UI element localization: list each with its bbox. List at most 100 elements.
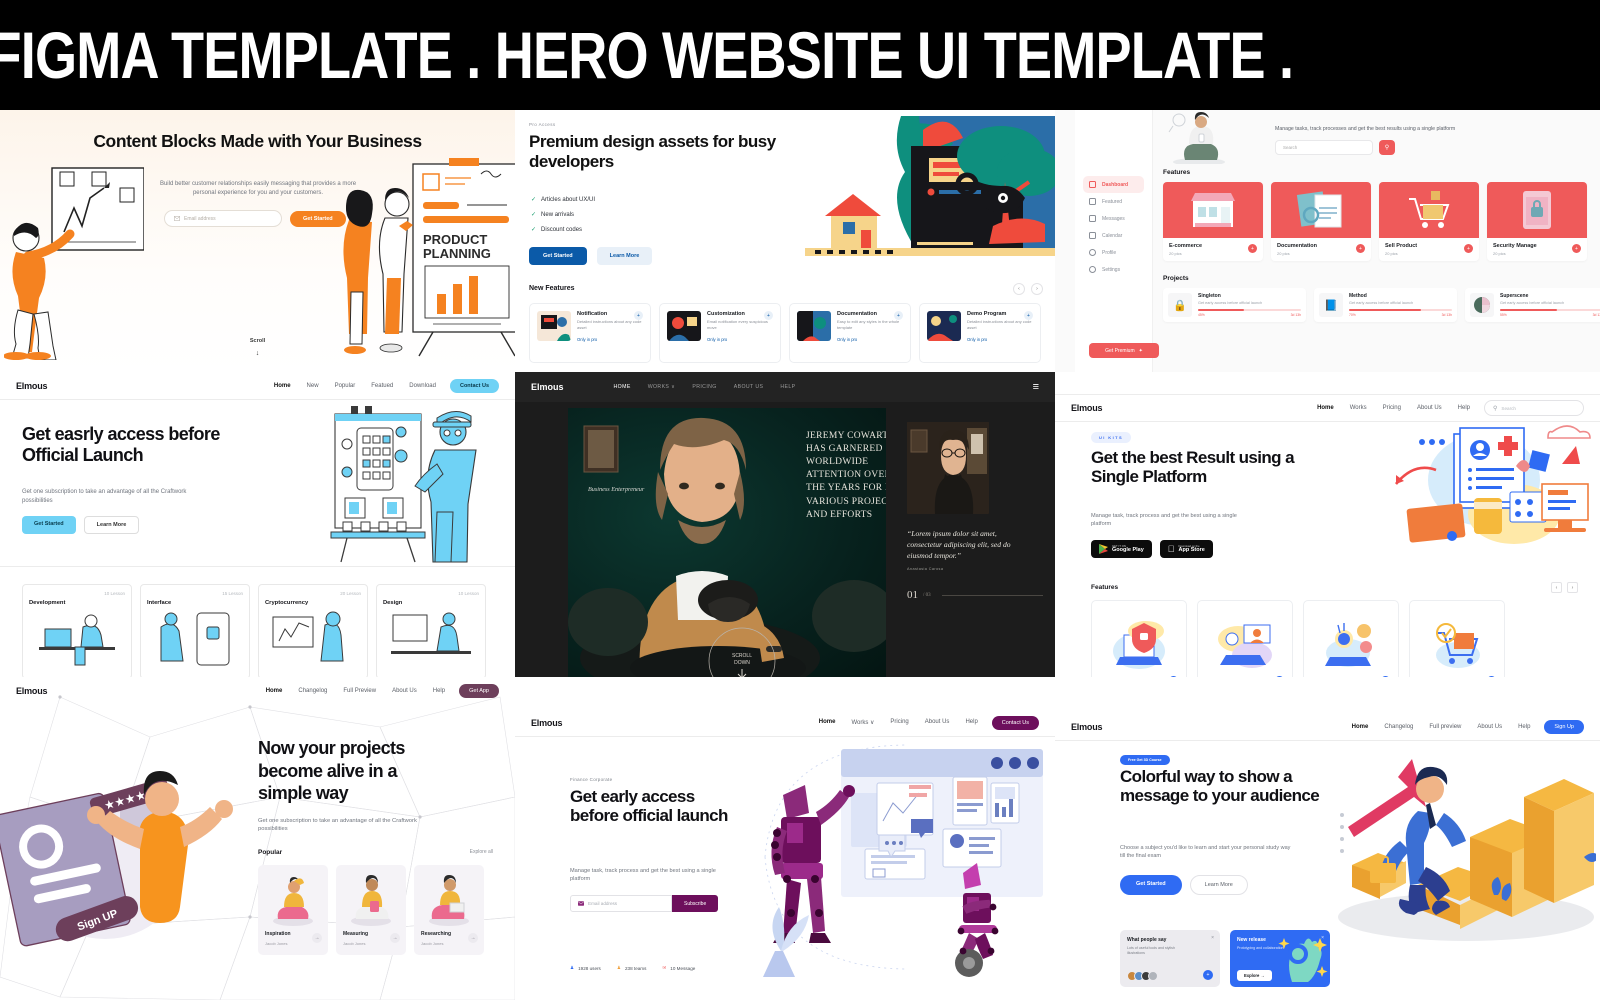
nav-item-help[interactable]: Help: [1458, 405, 1470, 411]
panel-early-access-cyan[interactable]: Elmous Home New Popular Featued Download…: [0, 372, 515, 677]
p3-feature-card[interactable]: Documentation 20 pics +: [1271, 182, 1371, 261]
p4-nav-links[interactable]: Home New Popular Featued Download: [274, 383, 436, 389]
nav-item-home[interactable]: Home: [274, 383, 291, 389]
p8-navbar[interactable]: Elmous Home Works ∨ Pricing About Us Hel…: [515, 709, 1055, 737]
p3-search-row[interactable]: Search ⚲: [1275, 140, 1590, 155]
sidebar-item-featured[interactable]: Featured: [1083, 193, 1144, 210]
p9-cta-group[interactable]: Get Started Learn More: [1120, 875, 1248, 895]
plus-icon[interactable]: +: [1248, 244, 1257, 253]
app-store-button[interactable]:  Download on theApp Store: [1159, 540, 1213, 558]
p8-nav-links[interactable]: Home Works ∨ Pricing About Us Help: [819, 719, 978, 726]
p3-get-premium-button[interactable]: Get Premium ✦: [1089, 343, 1159, 358]
chevron-right-icon[interactable]: ›: [1567, 582, 1578, 593]
p8-contact-button[interactable]: Contact Us: [991, 715, 1039, 730]
nav-item-full-preview[interactable]: Full Preview: [343, 688, 376, 694]
p4-cta-group[interactable]: Get Started Learn More: [22, 516, 140, 534]
scroll-circle-icon[interactable]: SCROLL DOWN: [708, 627, 776, 677]
sidebar-item-settings[interactable]: Settings: [1083, 261, 1144, 278]
arrow-right-icon[interactable]: →: [468, 933, 478, 943]
p7-navbar[interactable]: Elmous Home Changelog Full Preview About…: [0, 677, 515, 705]
p8-subscribe-button[interactable]: Subscribe: [672, 895, 719, 912]
p6-nav-links[interactable]: Home Works Pricing About Us Help: [1317, 405, 1470, 411]
p7-popular-card[interactable]: Inspiration Jacob Jones →: [258, 865, 328, 955]
chevron-left-icon[interactable]: ‹: [1551, 582, 1562, 593]
nav-item-pricing[interactable]: Pricing: [890, 719, 908, 726]
plus-icon[interactable]: +: [1203, 970, 1213, 980]
sidebar-item-profile[interactable]: Profile: [1083, 244, 1144, 261]
p2-cta-group[interactable]: Get Started Learn More: [529, 247, 653, 265]
nav-item-about[interactable]: About Us: [925, 719, 950, 726]
panel-premium-assets[interactable]: Pro Access Premium design assets for bus…: [515, 110, 1055, 372]
sidebar-item-messages[interactable]: Messages: [1083, 210, 1144, 227]
p7-popular-card[interactable]: Researching Jacob Jones →: [414, 865, 484, 955]
sidebar-item-calendar[interactable]: Calendar: [1083, 227, 1144, 244]
p2-feature-card-0[interactable]: Notification Detailed instructions about…: [529, 303, 651, 363]
nav-item-home[interactable]: Home: [266, 688, 283, 694]
p2-get-started-button[interactable]: Get Started: [529, 247, 587, 265]
p2-feature-card-3[interactable]: Demo Program Detailed instructions about…: [919, 303, 1041, 363]
p4-learn-more-button[interactable]: Learn More: [83, 516, 140, 534]
nav-item-about[interactable]: About Us: [1477, 724, 1502, 730]
p6-feature-card[interactable]: Online Support→: [1197, 600, 1293, 677]
plus-icon[interactable]: +: [764, 311, 773, 320]
chevron-left-icon[interactable]: ‹: [1013, 283, 1025, 295]
p5-nav-links[interactable]: HOME WORKS ∨ PRICING ABOUT US HELP: [614, 384, 796, 390]
nav-item-pricing[interactable]: Pricing: [1383, 405, 1401, 411]
nav-item-home[interactable]: Home: [1352, 724, 1369, 730]
arrow-right-icon[interactable]: →: [390, 933, 400, 943]
nav-item-pricing[interactable]: PRICING: [692, 384, 716, 390]
panel-content-blocks[interactable]: Content Blocks Made with Your Business B…: [0, 110, 515, 372]
p9-learn-more-button[interactable]: Learn More: [1189, 875, 1248, 895]
search-icon[interactable]: ⚲: [1379, 140, 1395, 155]
p4-contact-button[interactable]: Contact Us: [449, 378, 499, 393]
nav-item-help[interactable]: Help: [1518, 724, 1530, 730]
p3-project-card[interactable]: Superscene Get early access before offic…: [1465, 288, 1600, 322]
p6-store-buttons[interactable]: GET IT ONGoogle Play  Download on theAp…: [1091, 540, 1213, 558]
nav-item-works[interactable]: Works: [1350, 405, 1367, 411]
panel-single-platform[interactable]: Elmous Home Works Pricing About Us Help …: [1055, 372, 1600, 677]
nav-item-full-preview[interactable]: Full preview: [1429, 724, 1461, 730]
sidebar-item-dashboard[interactable]: Dashboard: [1083, 176, 1144, 193]
nav-item-works[interactable]: WORKS ∨: [648, 384, 676, 390]
nav-item-changelog[interactable]: Changelog: [1384, 724, 1413, 730]
p2-feature-card-2[interactable]: Documentation Easy to edit any styles in…: [789, 303, 911, 363]
google-play-button[interactable]: GET IT ON Google Play: [1091, 540, 1152, 558]
p5-navbar[interactable]: Elmous HOME WORKS ∨ PRICING ABOUT US HEL…: [515, 372, 1055, 402]
nav-item-help[interactable]: HELP: [780, 384, 795, 390]
p4-course-card[interactable]: Design 10 Lesson: [376, 584, 486, 677]
plus-icon[interactable]: +: [894, 311, 903, 320]
p1-email-input[interactable]: Email address: [164, 210, 282, 227]
nav-item-about[interactable]: About Us: [392, 688, 417, 694]
p3-project-card[interactable]: 🔒 Singleton Get early access before offi…: [1163, 288, 1306, 322]
plus-icon[interactable]: +: [634, 311, 643, 320]
p3-project-card[interactable]: 📘 Method Get early access before officia…: [1314, 288, 1457, 322]
close-icon[interactable]: ×: [1211, 935, 1214, 941]
p6-carousel-controls[interactable]: ‹ ›: [1551, 582, 1578, 593]
p2-learn-more-button[interactable]: Learn More: [596, 247, 653, 265]
p6-feature-card[interactable]: Order Online→: [1409, 600, 1505, 677]
p3-feature-card[interactable]: Sell Product 20 pics +: [1379, 182, 1479, 261]
nav-item-home[interactable]: HOME: [614, 384, 631, 390]
nav-item-works[interactable]: Works ∨: [851, 719, 874, 726]
p7-explore-all-link[interactable]: Explore all: [470, 849, 493, 855]
p3-feature-card[interactable]: E-commerce 20 pics +: [1163, 182, 1263, 261]
nav-item-changelog[interactable]: Changelog: [298, 688, 327, 694]
p4-get-started-button[interactable]: Get Started: [22, 516, 76, 534]
hamburger-menu-icon[interactable]: ≡: [1033, 381, 1039, 393]
nav-item-download[interactable]: Download: [409, 383, 436, 389]
p6-navbar[interactable]: Elmous Home Works Pricing About Us Help …: [1055, 394, 1600, 422]
p6-feature-card[interactable]: Dashboard→: [1303, 600, 1399, 677]
p4-navbar[interactable]: Elmous Home New Popular Featued Download…: [0, 372, 515, 400]
p3-sidebar[interactable]: Dashboard Featured Messages Calendar Pro…: [1075, 110, 1159, 372]
nav-item-popular[interactable]: Popular: [335, 383, 356, 389]
nav-item-home[interactable]: Home: [1317, 405, 1334, 411]
p7-nav-links[interactable]: Home Changelog Full Preview About Us Hel…: [266, 688, 445, 694]
panel-colorful-audience[interactable]: Elmous Home Changelog Full preview About…: [1055, 677, 1600, 1000]
p4-course-card[interactable]: Cryptocurrency 20 Lesson: [258, 584, 368, 677]
panel-projects-alive[interactable]: Elmous Home Changelog Full Preview About…: [0, 677, 515, 1000]
nav-item-home[interactable]: Home: [819, 719, 836, 726]
p9-new-release-card[interactable]: New release Prototyping and collaboratio…: [1230, 930, 1330, 987]
panel-dashboard[interactable]: Dashboard Featured Messages Calendar Pro…: [1055, 110, 1600, 372]
p4-course-card[interactable]: Development 10 Lesson: [22, 584, 132, 677]
p1-get-started-button[interactable]: Get Started: [290, 210, 346, 227]
